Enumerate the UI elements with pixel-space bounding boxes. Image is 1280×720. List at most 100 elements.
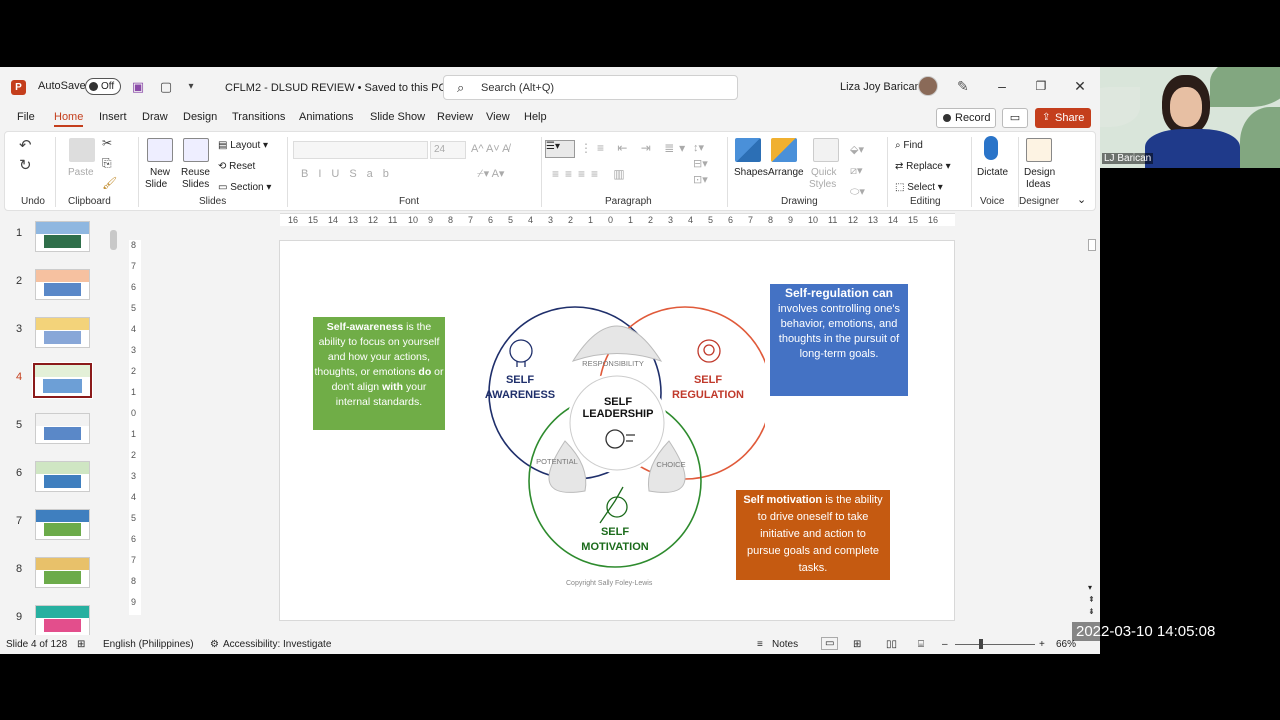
new-file-icon[interactable]: ▢ [158, 79, 174, 95]
section-button[interactable]: ▭ Section ▾ [218, 182, 271, 194]
menu-review[interactable]: Review [437, 111, 473, 123]
menu-slide-show[interactable]: Slide Show [370, 111, 425, 123]
quick-styles-icon[interactable] [813, 138, 839, 162]
menu-animations[interactable]: Animations [299, 111, 353, 123]
microphone-icon[interactable] [984, 136, 998, 160]
slide-thumbnail[interactable] [32, 362, 93, 399]
comments-button[interactable]: ▭ [1002, 108, 1028, 128]
zoom-in-icon[interactable]: + [1039, 639, 1045, 650]
menu-transitions[interactable]: Transitions [232, 111, 285, 123]
file-title[interactable]: CFLM2 - DLSUD REVIEW • Saved to this PC … [225, 81, 455, 94]
self-awareness-box[interactable]: Self-awareness is the ability to focus o… [313, 317, 445, 430]
new-slide-label2[interactable]: Slide [145, 179, 167, 191]
find-button[interactable]: ⌕ Find [895, 140, 923, 152]
record-button[interactable]: Record [936, 108, 996, 128]
reuse-label2[interactable]: Slides [182, 179, 209, 191]
list-indent-icons[interactable]: ⋮≡ ⇤ ⇥ ≣▾ [580, 142, 690, 154]
restore-icon[interactable]: ❐ [1031, 76, 1051, 96]
slide-thumbnail[interactable] [35, 413, 90, 444]
accessibility-icon[interactable]: ⚙ [210, 639, 219, 650]
reuse-label[interactable]: Reuse [181, 167, 210, 179]
slide-thumbnail[interactable] [35, 317, 90, 348]
menu-help[interactable]: Help [524, 111, 547, 123]
close-icon[interactable]: ✕ [1070, 76, 1090, 96]
spellcheck-icon[interactable]: ⊞ [77, 639, 85, 650]
replace-button[interactable]: ⇄ Replace ▾ [895, 161, 951, 173]
new-slide-label[interactable]: New [150, 167, 170, 179]
user-name[interactable]: Liza Joy Barican [840, 81, 921, 93]
normal-view-icon[interactable]: ▭ [821, 637, 839, 650]
autosave-toggle[interactable]: Off [85, 78, 121, 95]
scroll-thumb[interactable] [1088, 239, 1096, 251]
menu-design[interactable]: Design [183, 111, 217, 123]
scroll-down-arrow[interactable]: ▾ [1088, 583, 1092, 592]
notes-button[interactable]: Notes [772, 639, 798, 650]
font-size-combo[interactable]: 24 [430, 141, 466, 159]
collapse-ribbon-icon[interactable]: ⌄ [1077, 194, 1086, 206]
shapes-icon[interactable] [735, 138, 761, 162]
zoom-slider-thumb[interactable] [979, 639, 983, 649]
slide-thumbnail[interactable] [35, 269, 90, 300]
self-regulation-box[interactable]: Self-regulation can involves controlling… [770, 284, 908, 396]
menu-insert[interactable]: Insert [99, 111, 127, 123]
cut-icon[interactable]: ✂ [102, 136, 112, 150]
arrange-label[interactable]: Arrange [768, 167, 804, 179]
arrange-icon[interactable] [771, 138, 797, 162]
new-slide-icon[interactable] [147, 138, 173, 162]
shapes-label[interactable]: Shapes [734, 167, 768, 179]
slide-thumbnail[interactable] [35, 557, 90, 588]
minimize-icon[interactable]: – [992, 76, 1012, 96]
menu-draw[interactable]: Draw [142, 111, 168, 123]
layout-button[interactable]: ▤ Layout ▾ [218, 140, 268, 152]
reset-button[interactable]: ⟲ Reset [218, 161, 255, 173]
next-slide-icon[interactable]: ⇟ [1088, 607, 1095, 616]
copy-icon[interactable]: ⎘ [102, 156, 112, 171]
redo-icon[interactable]: ↻ [19, 156, 32, 174]
language-status[interactable]: English (Philippines) [103, 639, 194, 650]
scroll-thumb[interactable] [110, 230, 117, 250]
canvas-vertical-scrollbar[interactable]: ▾ ⇞ ⇟ [1086, 228, 1098, 618]
dictate-label[interactable]: Dictate [977, 167, 1008, 179]
undo-icon[interactable]: ↶ [19, 136, 32, 154]
slide-sorter-icon[interactable]: ⊞ [853, 639, 861, 650]
bullets-button[interactable]: ☰▾ [545, 140, 575, 158]
design-ideas-label2[interactable]: Ideas [1026, 179, 1050, 191]
customize-toolbar-icon[interactable]: ▾ [183, 79, 199, 95]
grow-font-icon[interactable]: A^ A˅ A̸ [471, 143, 510, 155]
pen-icon[interactable]: ✎ [957, 78, 969, 95]
menu-file[interactable]: File [17, 111, 35, 123]
quick-styles-label2[interactable]: Styles [809, 179, 836, 191]
design-ideas-icon[interactable] [1026, 138, 1052, 162]
zoom-slider[interactable] [955, 644, 1035, 645]
slide-thumbnail[interactable] [35, 221, 90, 252]
previous-slide-icon[interactable]: ⇞ [1088, 595, 1095, 604]
format-painter-icon[interactable]: 🖌 [102, 176, 117, 190]
slide-thumbnail[interactable] [35, 509, 90, 540]
share-button[interactable]: ⇪ Share [1035, 108, 1091, 128]
avatar[interactable] [918, 76, 938, 96]
slide[interactable]: Self-awareness is the ability to focus o… [279, 240, 955, 621]
notes-icon[interactable]: ≡ [757, 639, 763, 650]
reading-view-icon[interactable]: ▯▯ [886, 639, 897, 650]
font-format-icons[interactable]: BIUSab [301, 168, 399, 180]
slide-thumbnail[interactable] [35, 461, 90, 492]
font-name-combo[interactable] [293, 141, 428, 159]
save-icon[interactable]: ▣ [130, 79, 146, 95]
accessibility-status[interactable]: Accessibility: Investigate [223, 639, 331, 650]
slide-thumbnail[interactable] [35, 605, 90, 636]
zoom-out-icon[interactable]: – [942, 639, 948, 650]
highlight-font-color-icons[interactable]: ⌿▾ A▾ [477, 168, 504, 180]
paste-icon[interactable] [69, 138, 95, 162]
text-direction-icons[interactable]: ↕▾ ⊟▾ ⊡▾ [693, 140, 708, 188]
shape-fill-outline-icons[interactable]: ⬙▾ ⧄▾ ⬭▾ [850, 140, 865, 203]
thumbnails-scrollbar[interactable] [109, 218, 118, 628]
menu-view[interactable]: View [486, 111, 510, 123]
reuse-slides-icon[interactable] [183, 138, 209, 162]
search-box[interactable]: ⌕ Search (Alt+Q) [443, 75, 738, 100]
design-ideas-label[interactable]: Design [1024, 167, 1055, 179]
slideshow-view-icon[interactable]: ⌸ [918, 639, 924, 650]
align-icons[interactable]: ≡≡≡≡ ▥ [552, 168, 631, 180]
select-button[interactable]: ⬚ Select ▾ [895, 182, 943, 194]
quick-styles-label[interactable]: Quick [811, 167, 837, 179]
menu-home[interactable]: Home [54, 111, 84, 127]
